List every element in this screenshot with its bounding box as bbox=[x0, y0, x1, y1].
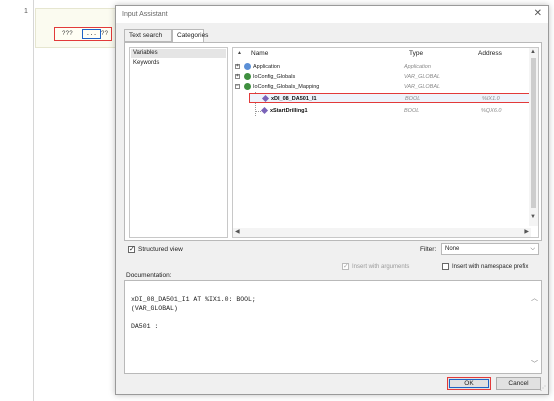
tree-row-name: xDI_08_DA501_I1 bbox=[271, 96, 317, 102]
scroll-up-icon[interactable]: ︿ bbox=[531, 293, 538, 303]
sort-ascending-icon[interactable]: ▲ bbox=[237, 50, 242, 56]
line-gutter: 1 bbox=[0, 0, 34, 401]
documentation-box[interactable]: xDI_08_DA501_I1 AT %IX1.0: BOOL; (VAR_GL… bbox=[124, 280, 542, 374]
tree-row-ioconfig-globals[interactable]: + IoConfig_Globals VAR_GLOBAL bbox=[233, 72, 531, 82]
input-assistant-dialog: Input Assistant ✕ Text search Categories… bbox=[115, 5, 549, 395]
documentation-label: Documentation: bbox=[126, 272, 172, 279]
category-item-keywords[interactable]: Keywords bbox=[131, 59, 226, 68]
structured-view-label: Structured view bbox=[138, 246, 183, 253]
variable-tree: ▲ Name Type Address + Application Applic… bbox=[232, 47, 539, 238]
tree-row-ioconfig-globals-mapping[interactable]: − IoConfig_Globals_Mapping VAR_GLOBAL bbox=[233, 82, 531, 92]
tree-row-name: Application bbox=[253, 64, 280, 70]
insert-with-namespace-label: Insert with namespace prefix bbox=[452, 264, 529, 270]
filter-dropdown[interactable]: None ⌵ bbox=[441, 243, 539, 255]
tree-row-type: BOOL bbox=[405, 96, 421, 102]
tree-row-name: xStartDrilling1 bbox=[270, 108, 308, 114]
dialog-title: Input Assistant bbox=[122, 11, 168, 18]
resize-grip-icon[interactable]: ⋰ bbox=[540, 385, 546, 392]
scroll-right-icon[interactable]: ▶ bbox=[524, 228, 529, 235]
tab-text-search[interactable]: Text search bbox=[124, 29, 172, 42]
tree-row-type: VAR_GLOBAL bbox=[404, 74, 441, 80]
tree-row-address: %IX1.0 bbox=[482, 96, 500, 102]
column-header-address[interactable]: Address bbox=[478, 50, 502, 57]
globals-icon bbox=[244, 83, 251, 90]
dialog-titlebar[interactable]: Input Assistant ✕ bbox=[116, 6, 548, 23]
insert-with-arguments-label: Insert with arguments bbox=[352, 264, 410, 270]
ok-button[interactable]: OK bbox=[447, 377, 491, 390]
structured-view-option[interactable]: Structured view bbox=[128, 245, 183, 255]
documentation-line: xDI_08_DA501_I1 AT %IX1.0: BOOL; bbox=[131, 296, 256, 303]
tree-row-xstartdrilling1[interactable]: xStartDrilling1 BOOL %QX6.0 bbox=[233, 106, 531, 116]
scrollbar-thumb[interactable] bbox=[531, 58, 536, 208]
tree-horizontal-scrollbar[interactable]: ◀ ▶ bbox=[233, 228, 531, 237]
tree-row-type: Application bbox=[404, 64, 431, 70]
tree-vertical-scrollbar[interactable]: ▲ ▼ bbox=[529, 48, 538, 226]
collapse-icon[interactable]: − bbox=[235, 84, 240, 89]
cancel-button[interactable]: Cancel bbox=[496, 377, 541, 390]
documentation-line: (VAR_GLOBAL) bbox=[131, 305, 178, 312]
category-list: Variables Keywords bbox=[129, 47, 228, 238]
category-item-variables[interactable]: Variables bbox=[131, 49, 226, 58]
insert-with-arguments-option[interactable]: Insert with arguments bbox=[342, 262, 409, 272]
insert-with-arguments-checkbox[interactable] bbox=[342, 262, 349, 272]
structured-view-checkbox[interactable] bbox=[128, 245, 135, 255]
tree-row-type: VAR_GLOBAL bbox=[404, 84, 441, 90]
input-assistant-trigger-button[interactable]: ... bbox=[82, 29, 101, 39]
insert-with-namespace-option[interactable]: Insert with namespace prefix bbox=[442, 262, 528, 272]
scroll-down-icon[interactable]: ▼ bbox=[530, 214, 536, 220]
contact-variable-box[interactable]: ??? ... ?? bbox=[54, 27, 112, 41]
chevron-down-icon: ⌵ bbox=[530, 246, 535, 252]
scroll-up-icon[interactable]: ▲ bbox=[530, 49, 536, 55]
categories-panel: Variables Keywords ▲ Name Type Address +… bbox=[124, 42, 542, 241]
close-icon[interactable]: ✕ bbox=[534, 8, 542, 19]
insert-with-namespace-checkbox[interactable] bbox=[442, 262, 449, 270]
expand-icon[interactable]: + bbox=[235, 74, 240, 79]
scroll-left-icon[interactable]: ◀ bbox=[235, 228, 240, 235]
variable-icon bbox=[261, 94, 270, 103]
line-number: 1 bbox=[24, 8, 28, 15]
filter-label: Filter: bbox=[420, 246, 437, 253]
tree-row-xdi-08-da501-i1[interactable]: xDI_08_DA501_I1 BOOL %IX1.0 bbox=[249, 93, 535, 103]
tree-row-address: %QX6.0 bbox=[481, 108, 502, 114]
contact-placeholder-right: ?? bbox=[101, 30, 109, 37]
expand-icon[interactable]: + bbox=[235, 64, 240, 69]
tab-categories[interactable]: Categories bbox=[172, 29, 208, 43]
tree-row-name: IoConfig_Globals_Mapping bbox=[253, 84, 320, 90]
tree-row-name: IoConfig_Globals bbox=[253, 74, 296, 80]
column-header-type[interactable]: Type bbox=[409, 50, 423, 57]
column-header-name[interactable]: Name bbox=[251, 50, 268, 57]
globals-icon bbox=[244, 73, 251, 80]
application-icon bbox=[244, 63, 251, 70]
variable-icon bbox=[260, 106, 269, 115]
contact-placeholder-left: ??? bbox=[62, 30, 73, 37]
filter-selected-value: None bbox=[445, 246, 460, 252]
scroll-down-icon[interactable]: ﹀ bbox=[531, 359, 538, 369]
tree-row-application[interactable]: + Application Application bbox=[233, 62, 531, 72]
tree-row-type: BOOL bbox=[404, 108, 420, 114]
documentation-line: DA501 : bbox=[131, 323, 159, 330]
